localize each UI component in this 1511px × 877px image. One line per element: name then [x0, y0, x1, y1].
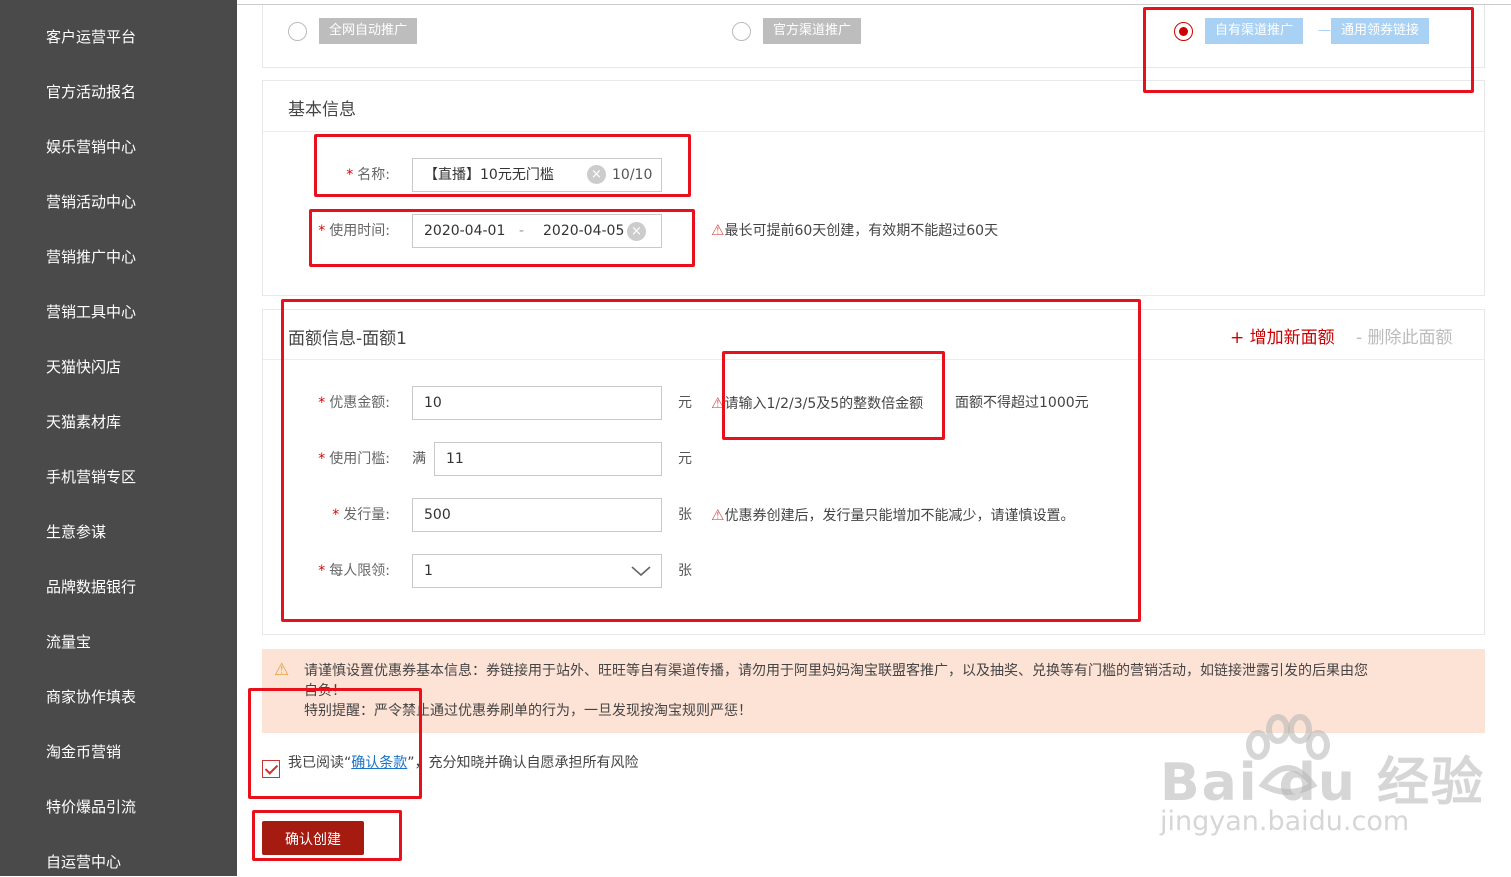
name-label: * 名称:: [346, 167, 390, 183]
chevron-down-icon[interactable]: [630, 564, 652, 578]
issue-value: 500: [424, 507, 451, 523]
warning-icon: ⚠: [711, 506, 725, 524]
delete-face-value-button[interactable]: - 删除此面额: [1356, 323, 1453, 348]
sidebar-item-marketing-tools[interactable]: 营销工具中心: [46, 297, 236, 327]
sidebar-item-marketing-activity[interactable]: 营销活动中心: [46, 187, 236, 217]
sidebar-item-special-deals[interactable]: 特价爆品引流: [46, 792, 236, 822]
sidebar-item-marketing-promo[interactable]: 营销推广中心: [46, 242, 236, 272]
limit-select[interactable]: 1: [412, 554, 662, 588]
name-char-count: 10/10: [612, 167, 653, 183]
sidebar-item-traffic[interactable]: 流量宝: [46, 627, 236, 657]
warning-icon: ⚠: [711, 221, 725, 239]
amount-input[interactable]: 10: [412, 386, 662, 420]
sidebar-item-customer-ops[interactable]: 客户运营平台: [46, 22, 236, 52]
agree-checkbox[interactable]: [262, 760, 280, 778]
limit-unit: 张: [678, 563, 692, 579]
basic-info-divider: [263, 131, 1484, 132]
issue-label: * 发行量:: [332, 507, 390, 523]
sidebar-item-tmall-assets[interactable]: 天猫素材库: [46, 407, 236, 437]
radio-auto-promo[interactable]: [288, 22, 307, 41]
sidebar-item-brand-databank[interactable]: 品牌数据银行: [46, 572, 236, 602]
sidebar-item-merchant-forms[interactable]: 商家协作填表: [46, 682, 236, 712]
amount-hint: ⚠请输入1/2/3/5及5的整数倍金额: [711, 394, 924, 412]
issue-hint: ⚠优惠券创建后，发行量只能增加不能减少，请谨慎设置。: [711, 506, 1075, 524]
time-label: * 使用时间:: [318, 223, 390, 239]
threshold-unit: 元: [678, 451, 692, 467]
basic-info-title: 基本信息: [288, 100, 356, 120]
threshold-label: * 使用门槛:: [318, 451, 390, 467]
radio-official-channel[interactable]: [732, 22, 751, 41]
tag-general-coupon-link[interactable]: 通用领券链接: [1331, 18, 1430, 44]
issue-unit: 张: [678, 507, 692, 523]
limit-value: 1: [424, 563, 433, 579]
date-separator: -: [519, 223, 525, 239]
watermark-url: jingyan.baidu.com: [1160, 806, 1410, 837]
sidebar-item-taojinbi[interactable]: 淘金币营销: [46, 737, 236, 767]
amount-unit: 元: [678, 395, 692, 411]
terms-link[interactable]: 确认条款: [351, 755, 407, 771]
clear-date-icon[interactable]: ×: [627, 222, 646, 241]
issue-quantity-input[interactable]: 500: [412, 498, 662, 532]
tag-own-channel[interactable]: 自有渠道推广: [1205, 18, 1304, 44]
confirm-create-button[interactable]: 确认创建: [262, 821, 364, 855]
sidebar-item-self-ops[interactable]: 自运营中心: [46, 847, 236, 877]
notice-line1: 请谨慎设置优惠券基本信息：券链接用于站外、旺旺等自有渠道传播，请勿用于阿里妈妈淘…: [304, 663, 1368, 679]
sidebar-item-entertainment[interactable]: 娱乐营销中心: [46, 132, 236, 162]
threshold-input[interactable]: 11: [434, 442, 662, 476]
notice-line1b: 自负！: [304, 683, 346, 699]
notice-warning-icon: ⚠: [274, 660, 290, 680]
amount-max-hint: 面额不得超过1000元: [955, 395, 1089, 411]
watermark-brand: Bai du 经验: [1160, 753, 1485, 813]
face-value-divider: [263, 359, 1484, 360]
threshold-value: 11: [446, 451, 464, 467]
agree-text: 我已阅读“确认条款”，充分知晓并确认自愿承担所有风险: [288, 753, 639, 773]
sidebar-item-tmall-popup[interactable]: 天猫快闪店: [46, 352, 236, 382]
sidebar-item-mobile-marketing[interactable]: 手机营销专区: [46, 462, 236, 492]
face-value-title: 面额信息-面额1: [288, 329, 407, 349]
time-hint: ⚠最长可提前60天创建，有效期不能超过60天: [711, 221, 999, 239]
amount-label: * 优惠金额:: [318, 395, 390, 411]
threshold-prefix: 满: [412, 451, 426, 467]
sidebar-item-official-activity[interactable]: 官方活动报名: [46, 77, 236, 107]
notice-line2: 特别提醒：严令禁止通过优惠券刷单的行为，一旦发现按淘宝规则严惩！: [304, 703, 752, 719]
radio-own-channel[interactable]: [1174, 22, 1193, 41]
date-end: 2020-04-05: [543, 223, 625, 239]
tag-official-channel[interactable]: 官方渠道推广: [763, 18, 862, 44]
agree-prefix: 我已阅读“: [288, 755, 352, 771]
add-face-value-button[interactable]: + 增加新面额: [1230, 323, 1335, 348]
date-range-input[interactable]: 2020-04-01: [412, 214, 662, 248]
name-value: 【直播】10元无门槛: [424, 167, 554, 183]
sidebar: 客户运营平台 官方活动报名 娱乐营销中心 营销活动中心 营销推广中心 营销工具中…: [0, 0, 237, 876]
agree-suffix: ”，充分知晓并确认自愿承担所有风险: [407, 755, 639, 771]
tag-auto-promo[interactable]: 全网自动推广: [319, 18, 418, 44]
limit-label: * 每人限领:: [318, 563, 390, 579]
tag-separator: —: [1318, 23, 1331, 38]
date-start: 2020-04-01: [424, 223, 506, 239]
warning-icon: ⚠: [711, 394, 725, 412]
clear-name-icon[interactable]: ×: [587, 165, 606, 184]
amount-value: 10: [424, 395, 442, 411]
sidebar-item-business-advisor[interactable]: 生意参谋: [46, 517, 236, 547]
